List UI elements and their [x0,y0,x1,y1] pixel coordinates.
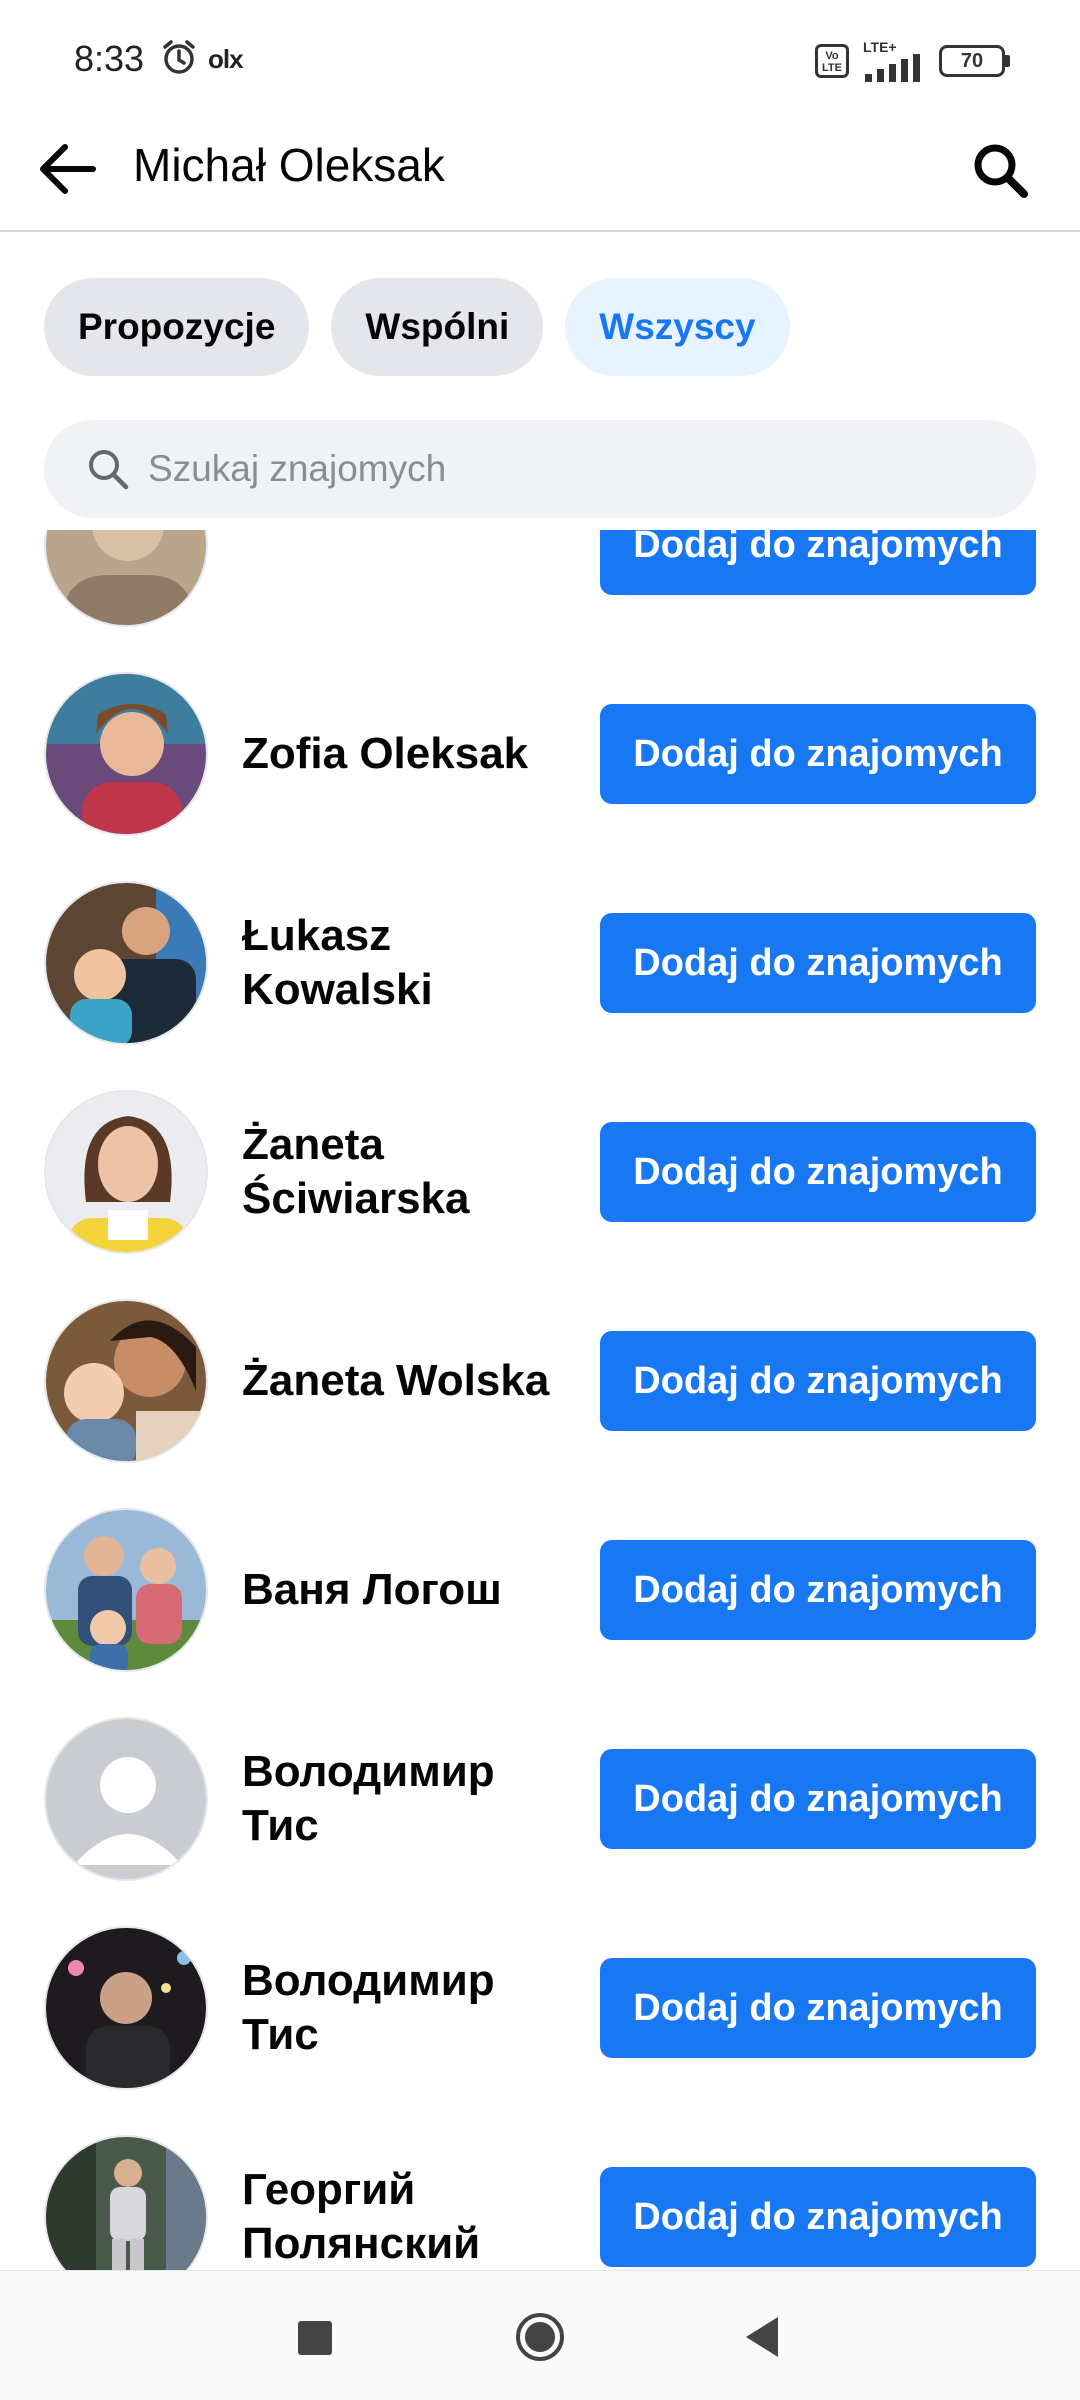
avatar[interactable] [44,1926,208,2090]
list-item[interactable]: Dodaj do znajomych [0,530,1080,627]
friend-name[interactable]: Żaneta Ściwiarska [242,1092,572,1252]
add-friend-button[interactable]: Dodaj do znajomych [600,1958,1036,2058]
list-item[interactable]: Володимир Тис Dodaj do znajomych [0,1669,1080,1881]
friend-name[interactable] [242,530,572,625]
app-header: Michał Oleksak [0,110,1080,232]
friend-name[interactable]: Żaneta Wolska [242,1301,572,1461]
network-type-label: LTE+ [863,39,897,55]
search-icon [974,144,1028,198]
friend-name[interactable]: Георгий Полянский [242,2137,572,2270]
page-title: Michał Oleksak [133,139,445,191]
friend-name[interactable]: Володимир Тис [242,1928,572,2088]
avatar[interactable] [44,2135,208,2270]
friend-name[interactable]: Łukasz Kowalski [242,883,572,1043]
add-friend-button[interactable]: Dodaj do znajomych [600,1540,1036,1640]
search-button[interactable] [960,130,1040,210]
battery-level: 70 [939,45,1005,77]
volte-icon: Vo LTE [815,44,849,78]
status-bar: 8:33 olx Vo LTE LTE+ 70 [0,0,1080,110]
home-button[interactable] [514,2311,566,2363]
add-friend-button[interactable]: Dodaj do znajomych [600,1331,1036,1431]
tab-wszyscy[interactable]: Wszyscy [565,278,790,376]
avatar[interactable] [44,1090,208,1254]
friends-list[interactable]: Dodaj do znajomych Zofia Oleksak Dodaj d… [0,530,1080,2270]
avatar[interactable] [44,881,208,1045]
add-friend-button[interactable]: Dodaj do znajomych [600,2167,1036,2267]
avatar[interactable] [44,1508,208,1672]
list-item[interactable]: Zofia Oleksak Dodaj do znajomych [0,624,1080,836]
add-friend-button[interactable]: Dodaj do znajomych [600,704,1036,804]
add-friend-button[interactable]: Dodaj do znajomych [600,1749,1036,1849]
avatar[interactable] [44,672,208,836]
recent-apps-button[interactable] [298,2321,332,2355]
tab-propozycje[interactable]: Propozycje [44,278,310,376]
battery-icon: 70 [939,45,1010,77]
signal-icon: LTE+ [863,40,925,82]
friend-name[interactable]: Ваня Логош [242,1510,572,1670]
avatar[interactable] [44,1299,208,1463]
list-item[interactable]: Ваня Логош Dodaj do znajomych [0,1460,1080,1672]
friend-search-field[interactable] [44,420,1036,518]
list-item[interactable]: Георгий Полянский Dodaj do znajomych [0,2087,1080,2270]
back-triangle-icon[interactable] [740,2313,780,2361]
list-item[interactable]: Żaneta Ściwiarska Dodaj do znajomych [0,1042,1080,1254]
list-item[interactable]: Łukasz Kowalski Dodaj do znajomych [0,833,1080,1045]
olx-notification-icon: olx [208,44,244,74]
add-friend-button[interactable]: Dodaj do znajomych [600,530,1036,595]
alarm-icon [160,38,198,81]
search-icon [89,450,129,490]
avatar[interactable] [44,1717,208,1881]
arrow-left-icon [40,144,96,194]
search-input[interactable] [148,448,948,490]
back-button[interactable] [30,132,104,206]
status-icons: Vo LTE LTE+ 70 [815,40,1010,82]
list-item[interactable]: Володимир Тис Dodaj do znajomych [0,1878,1080,2090]
add-friend-button[interactable]: Dodaj do znajomych [600,1122,1036,1222]
avatar[interactable] [44,530,208,627]
system-nav-bar [0,2270,1080,2400]
friend-name[interactable]: Володимир Тис [242,1719,572,1879]
tab-wspolni[interactable]: Wspólni [331,278,544,376]
filter-tabs: Propozycje Wspólni Wszyscy [44,278,790,376]
status-time: 8:33 [74,38,145,79]
add-friend-button[interactable]: Dodaj do znajomych [600,913,1036,1013]
friend-name[interactable]: Zofia Oleksak [242,674,572,834]
list-item[interactable]: Żaneta Wolska Dodaj do znajomych [0,1251,1080,1463]
